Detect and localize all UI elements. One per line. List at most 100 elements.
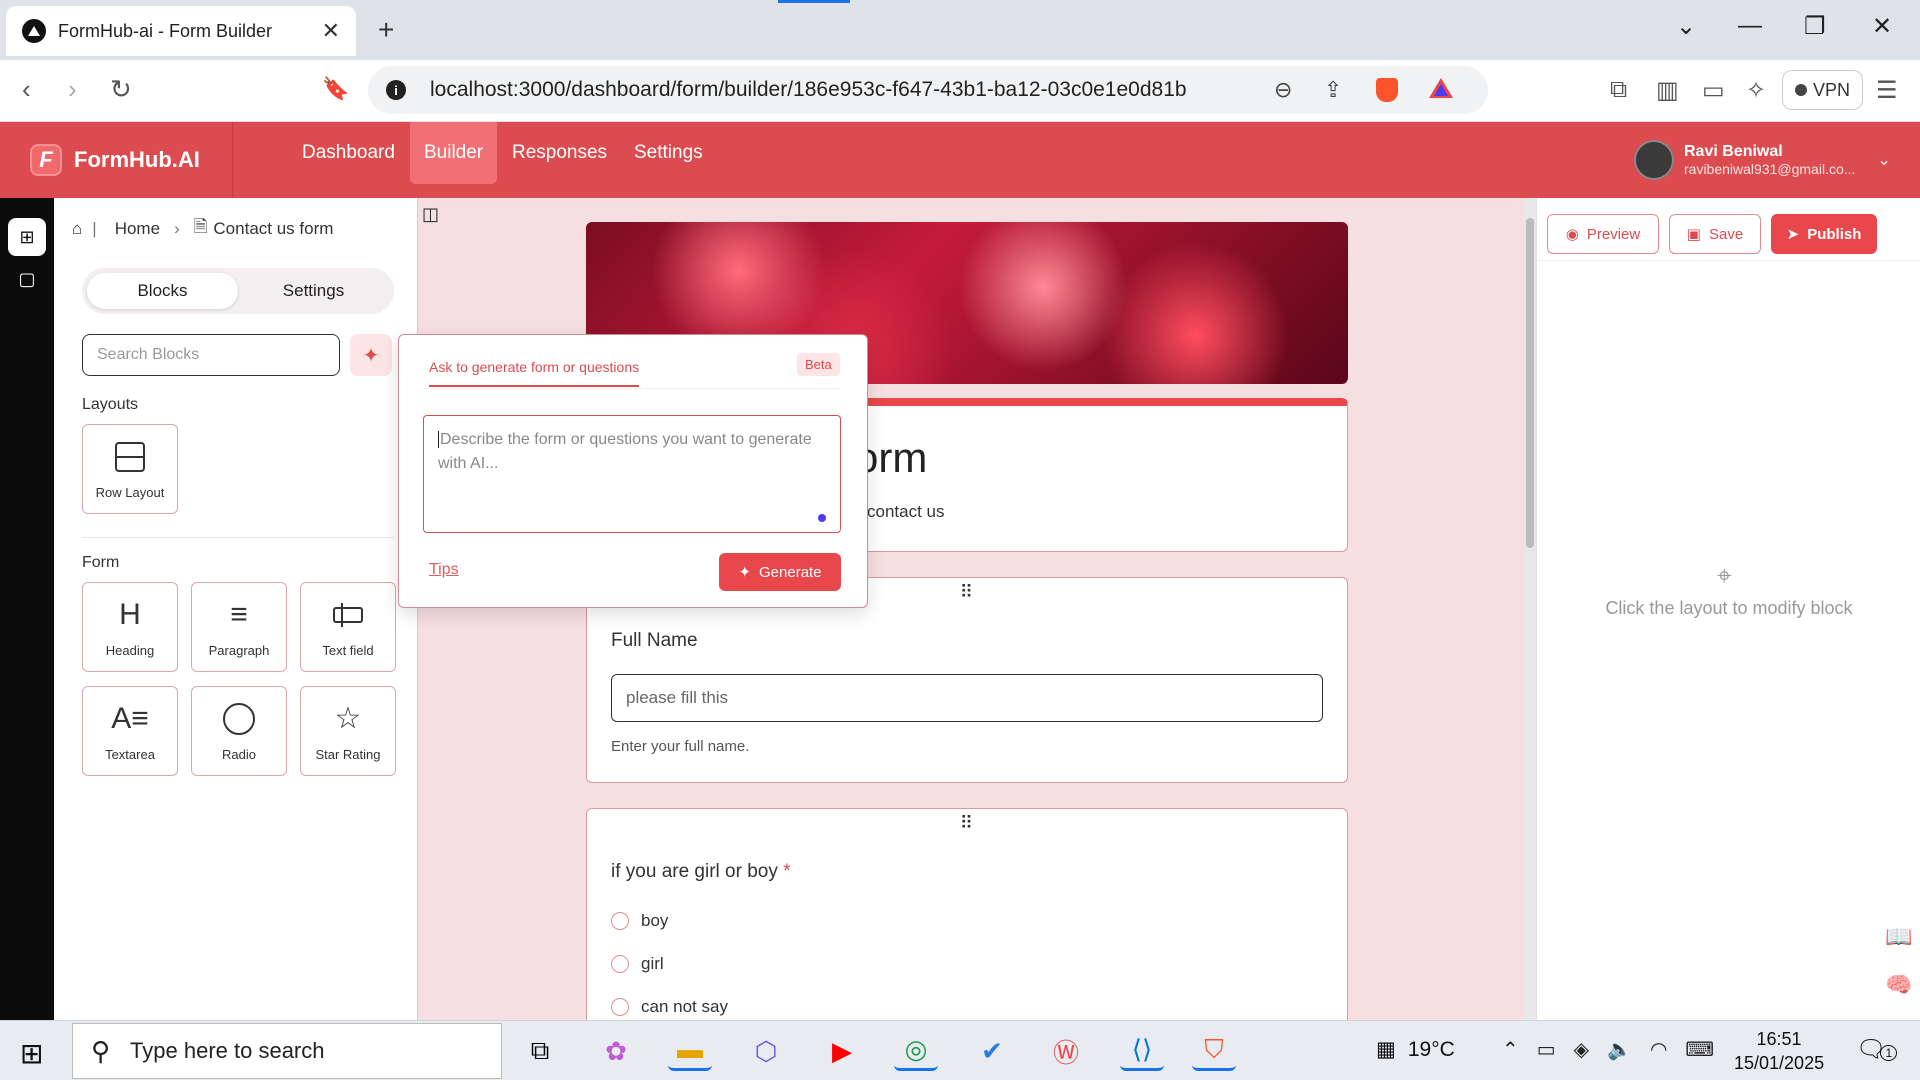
sidebar-toggle-icon[interactable]: ▥ (1656, 76, 1679, 105)
vpn-button[interactable]: VPN (1782, 70, 1864, 110)
block-row-layout[interactable]: Row Layout (82, 424, 178, 514)
pointer-click-icon: ⌖ (1717, 560, 1732, 590)
ai-tab[interactable]: Ask to generate form or questions (429, 359, 640, 387)
close-window-icon[interactable]: ✕ (1872, 12, 1892, 41)
brave-rewards-icon[interactable] (1428, 76, 1454, 106)
site-info-icon[interactable]: i (386, 80, 406, 100)
field-card-radio[interactable]: ⠿ if you are girl or boy * boy girl can … (586, 808, 1348, 1020)
task-view-icon[interactable]: ⧉ (518, 1031, 562, 1071)
radio-circle-icon[interactable] (611, 955, 629, 973)
chevron-up-icon[interactable]: ⌃ (1502, 1037, 1519, 1062)
tab-close-icon[interactable]: ✕ (322, 18, 340, 44)
copilot-icon[interactable]: ✿ (594, 1031, 638, 1071)
keyboard-icon[interactable]: ⌨ (1685, 1037, 1714, 1062)
radio-option[interactable]: boy (611, 911, 668, 931)
chevron-down-icon[interactable]: ⌄ (1877, 150, 1890, 170)
todo-icon[interactable]: ✔ (970, 1031, 1014, 1071)
tab-blocks[interactable]: Blocks (87, 273, 238, 309)
nav-settings[interactable]: Settings (620, 122, 717, 184)
nav-builder[interactable]: Builder (410, 122, 498, 184)
chat-icon[interactable]: ▢ (8, 260, 46, 298)
canvas-scrollbar[interactable] (1524, 198, 1536, 1020)
url-text: localhost:3000/dashboard/form/builder/18… (430, 78, 1187, 101)
leo-ai-icon[interactable]: ✧ (1746, 76, 1766, 105)
notification-icon[interactable]: 🗨1 (1856, 1035, 1898, 1064)
block-star-rating[interactable]: ☆ Star Rating (300, 686, 396, 776)
block-textarea[interactable]: A≡ Textarea (82, 686, 178, 776)
breadcrumb-home[interactable]: Home (115, 219, 160, 239)
reload-icon[interactable]: ↻ (110, 74, 132, 105)
scrollbar-thumb[interactable] (1526, 218, 1534, 548)
tab-search-chevron-icon[interactable]: ⌄ (1676, 12, 1696, 41)
block-paragraph[interactable]: ≡ Paragraph (191, 582, 287, 672)
browser-toolbar: ‹ › ↻ 🔖 i localhost:3000/dashboard/form/… (0, 60, 1920, 122)
clock[interactable]: 16:51 15/01/2025 (1734, 1027, 1824, 1075)
restore-icon[interactable]: ❐ (1804, 12, 1826, 41)
nav-responses[interactable]: Responses (498, 122, 621, 184)
browser-tab[interactable]: FormHub-ai - Form Builder ✕ (6, 6, 356, 56)
chrome-icon[interactable]: ◎ (894, 1031, 938, 1071)
app-logo[interactable]: F FormHub.AI (30, 144, 200, 176)
bookmark-icon[interactable]: 🔖 (322, 76, 349, 102)
share-icon[interactable]: ⇪ (1324, 77, 1342, 103)
ai-generate-popover: Ask to generate form or questions Beta D… (398, 334, 868, 608)
option-label: can not say (641, 997, 728, 1016)
radio-option[interactable]: can not say (611, 997, 728, 1017)
volume-icon[interactable]: 🔈 (1607, 1037, 1632, 1062)
wallet-icon[interactable]: ▭ (1702, 76, 1725, 105)
tab-settings[interactable]: Settings (238, 273, 389, 309)
weather-widget[interactable]: ▦ 19°C (1376, 1037, 1455, 1062)
full-name-input[interactable]: please fill this (611, 674, 1323, 722)
m365-icon[interactable]: ⬡ (744, 1031, 788, 1071)
save-button[interactable]: ▣ Save (1669, 214, 1761, 254)
back-icon[interactable]: ‹ (22, 74, 31, 105)
publish-button[interactable]: ➤ Publish (1771, 214, 1877, 254)
radio-option[interactable]: girl (611, 954, 664, 974)
zoom-icon[interactable]: ⊖ (1274, 77, 1292, 103)
generate-button[interactable]: ✦ Generate (719, 553, 841, 591)
star-icon: ☆ (334, 702, 362, 735)
ai-generate-button[interactable]: ✦ (350, 334, 392, 376)
block-radio[interactable]: Radio (191, 686, 287, 776)
menu-icon[interactable]: ☰ (1876, 76, 1898, 105)
panel-tabs: Blocks Settings (82, 268, 394, 314)
new-tab-button[interactable]: + (378, 14, 394, 46)
block-label: Textarea (105, 746, 155, 762)
user-menu[interactable]: Ravi Beniwal ravibeniwal931@gmail.co... … (1634, 140, 1891, 180)
nav-dashboard[interactable]: Dashboard (288, 122, 409, 184)
brave-shields-icon[interactable] (1376, 78, 1398, 102)
book-icon[interactable]: 📖 (1885, 924, 1912, 950)
block-heading[interactable]: H Heading (82, 582, 178, 672)
tips-link[interactable]: Tips (429, 561, 459, 579)
brain-icon[interactable]: 🧠 (1885, 972, 1912, 998)
battery-icon[interactable]: ▭ (1537, 1037, 1556, 1062)
radio-circle-icon[interactable] (611, 998, 629, 1016)
preview-button[interactable]: ◉ Preview (1547, 214, 1659, 254)
radio-circle-icon[interactable] (611, 912, 629, 930)
vscode-icon[interactable]: ⟨⟩ (1120, 1031, 1164, 1071)
meet-now-icon[interactable]: ◈ (1574, 1037, 1589, 1062)
extensions-icon[interactable]: ⧉ (1610, 76, 1627, 104)
windows-start-icon[interactable]: ⊞ (20, 1037, 43, 1070)
file-explorer-icon[interactable]: ▬ (668, 1031, 712, 1071)
wifi-icon[interactable]: ◠ (1650, 1037, 1667, 1062)
url-bar[interactable]: i localhost:3000/dashboard/form/builder/… (368, 66, 1488, 114)
block-text-field[interactable]: Text field (300, 582, 396, 672)
search-blocks-input[interactable]: Search Blocks (82, 334, 340, 376)
block-label: Row Layout (95, 484, 165, 500)
drag-handle-icon[interactable]: ⠿ (587, 813, 1347, 834)
brave-browser-icon[interactable]: ⛉ (1192, 1031, 1236, 1071)
home-icon[interactable]: ⌂ (72, 219, 82, 239)
grammar-dot-icon (818, 514, 826, 522)
panel-toggle-icon[interactable]: ◫ (422, 204, 439, 225)
forward-icon[interactable]: › (68, 74, 77, 105)
taskbar-search[interactable]: ⚲ Type here to search (72, 1023, 502, 1079)
beta-badge: Beta (797, 353, 840, 376)
blocks-icon[interactable]: ⊞ (8, 218, 46, 256)
breadcrumb-divider: | (92, 218, 97, 238)
wps-office-icon[interactable]: Ⓦ (1044, 1031, 1088, 1071)
minimize-icon[interactable]: — (1738, 12, 1762, 40)
divider (82, 537, 394, 538)
ai-prompt-textarea[interactable]: Describe the form or questions you want … (423, 415, 841, 533)
youtube-icon[interactable]: ▶ (820, 1031, 864, 1071)
